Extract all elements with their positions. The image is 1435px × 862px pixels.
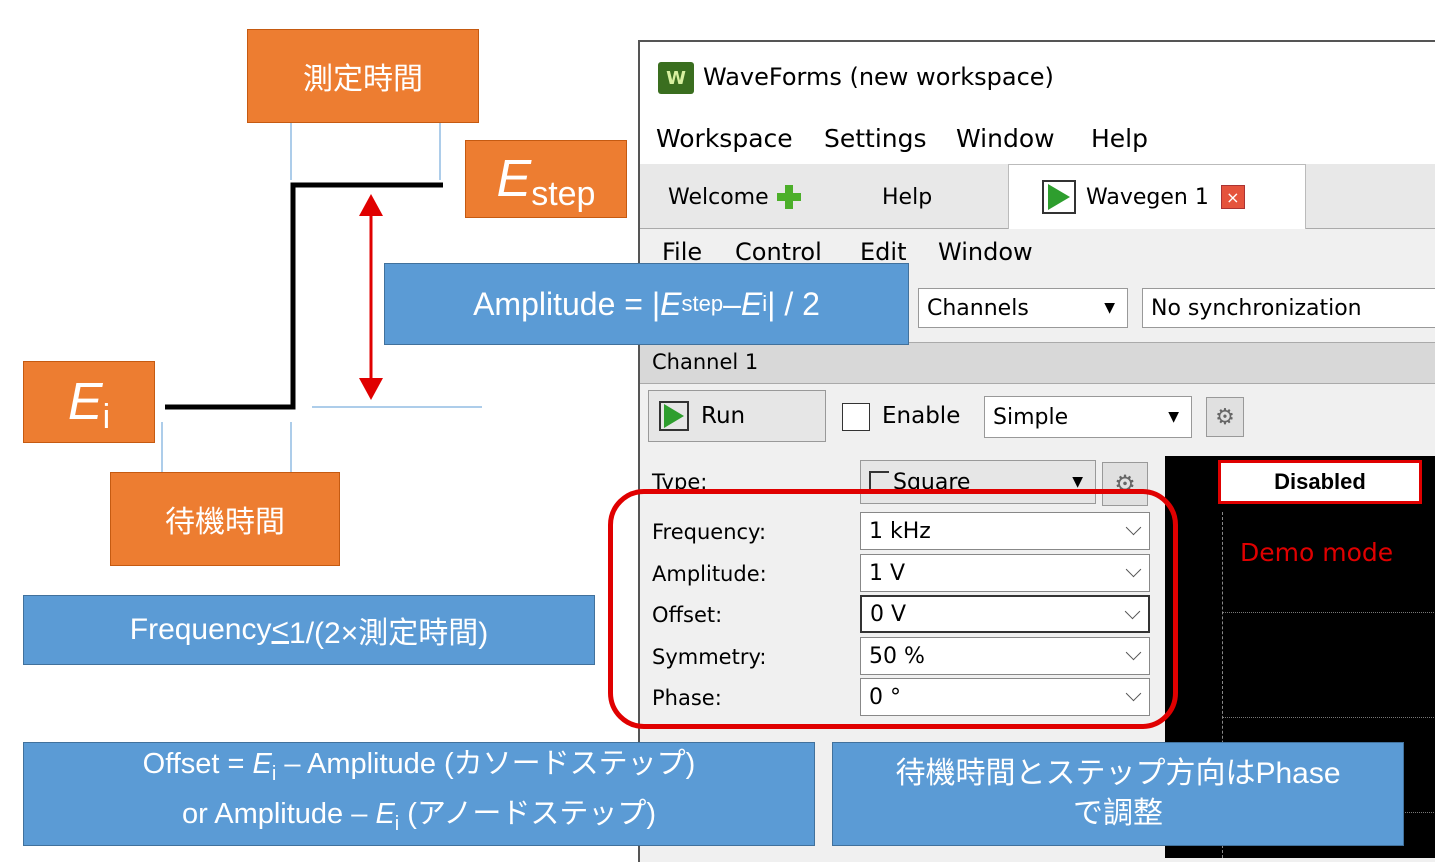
channels-select[interactable]: Channels ▼ <box>918 288 1128 328</box>
scope-status-text: Disabled <box>1274 469 1366 494</box>
measure-time-label: 測定時間 <box>303 62 423 97</box>
offset-l1-prefix: Offset = <box>142 748 253 781</box>
dropdown-arrow-icon: ▼ <box>1168 409 1179 425</box>
amp-suffix: | / 2 <box>767 285 820 322</box>
scope-status-badge: Disabled <box>1218 460 1422 504</box>
parameters-highlight <box>608 489 1178 729</box>
channel-header-bar <box>640 342 1435 384</box>
tab-welcome[interactable]: Welcome <box>668 168 801 226</box>
e-step-box: Estep <box>465 140 627 218</box>
amplitude-formula-box: Amplitude = | Estep – Ei | / 2 <box>384 263 909 345</box>
play-icon <box>1042 180 1076 214</box>
e-step-subscript: step <box>531 174 596 213</box>
amp-mid: – <box>723 285 741 322</box>
enable-checkbox[interactable] <box>842 403 870 431</box>
wait-time-label: 待機時間 <box>165 505 285 540</box>
offset-line-1: Offset = Ei – Amplitude (カソードステップ) <box>143 744 696 794</box>
submenu-file[interactable]: File <box>662 238 702 266</box>
run-play-icon <box>659 401 689 431</box>
amp-step-sub: step <box>681 291 724 316</box>
less-equal-symbol: < <box>271 613 290 646</box>
amp-e-step: E <box>660 285 682 322</box>
dropdown-arrow-icon: ▼ <box>1072 474 1083 490</box>
e-step-symbol: E <box>496 150 532 208</box>
tab-help-label: Help <box>882 184 933 210</box>
channels-select-value: Channels <box>927 295 1029 321</box>
mode-select-value: Simple <box>993 404 1069 430</box>
phase-note-line-1: 待機時間とステップ方向はPhase <box>895 757 1341 790</box>
offset-formula-box: Offset = Ei – Amplitude (カソードステップ) or Am… <box>23 742 815 846</box>
settings-gear-icon[interactable]: ⚙ <box>1206 397 1244 437</box>
e-i-subscript: i <box>102 397 111 436</box>
mode-select[interactable]: Simple ▼ <box>984 396 1192 438</box>
tab-wavegen[interactable]: Wavegen 1 × <box>1042 168 1245 226</box>
demo-mode-text: Demo mode <box>1240 538 1394 567</box>
channel-header: Channel 1 <box>652 350 759 374</box>
window-title: WaveForms (new workspace) <box>703 63 1054 91</box>
frequency-formula-box: Frequency < 1/(2×測定時間) <box>23 595 595 665</box>
submenu-control[interactable]: Control <box>735 238 822 266</box>
offset-l1-suffix: – Amplitude (カソードステップ) <box>276 748 696 781</box>
menu-help[interactable]: Help <box>1091 124 1148 153</box>
offset-line-2: or Amplitude – Ei (アノードステップ) <box>182 794 656 844</box>
sync-select-value: No synchronization <box>1151 295 1362 321</box>
menu-settings[interactable]: Settings <box>824 124 927 153</box>
tab-welcome-label: Welcome <box>668 184 769 210</box>
e-i-symbol: E <box>67 373 103 431</box>
enable-label: Enable <box>882 403 961 429</box>
arrow-head-up <box>359 194 383 216</box>
e-i-box: Ei <box>23 361 155 443</box>
menu-workspace[interactable]: Workspace <box>656 124 793 153</box>
menu-window[interactable]: Window <box>956 124 1055 153</box>
close-icon[interactable]: × <box>1220 185 1245 209</box>
dropdown-arrow-icon: ▼ <box>1104 300 1115 316</box>
tab-help[interactable]: Help <box>882 168 932 226</box>
submenu-window[interactable]: Window <box>938 238 1033 266</box>
amp-e-i: E <box>740 285 763 322</box>
measure-time-box: 測定時間 <box>247 29 479 123</box>
wait-time-box: 待機時間 <box>110 472 340 566</box>
offset-l2-prefix: or Amplitude – <box>181 798 376 830</box>
amp-prefix: Amplitude = | <box>473 285 661 322</box>
run-button[interactable]: Run <box>648 390 826 442</box>
run-label: Run <box>701 403 746 429</box>
freq-post: 1/(2×測定時間) <box>289 617 489 650</box>
arrow-head-down <box>359 378 383 400</box>
waveforms-app-icon: W <box>658 62 694 94</box>
phase-note-line-2: で調整 <box>1073 797 1163 830</box>
phase-note-box: 待機時間とステップ方向はPhase で調整 <box>832 742 1404 846</box>
submenu-edit[interactable]: Edit <box>860 238 906 266</box>
add-icon[interactable] <box>776 185 801 209</box>
offset-l2-e: E <box>375 798 395 830</box>
sync-select[interactable]: No synchronization <box>1142 288 1435 328</box>
offset-l1-e: E <box>252 748 272 781</box>
tab-wavegen-label: Wavegen 1 <box>1086 184 1209 210</box>
freq-pre: Frequency <box>129 613 272 646</box>
offset-l2-suffix: (アノードステップ) <box>399 798 656 830</box>
